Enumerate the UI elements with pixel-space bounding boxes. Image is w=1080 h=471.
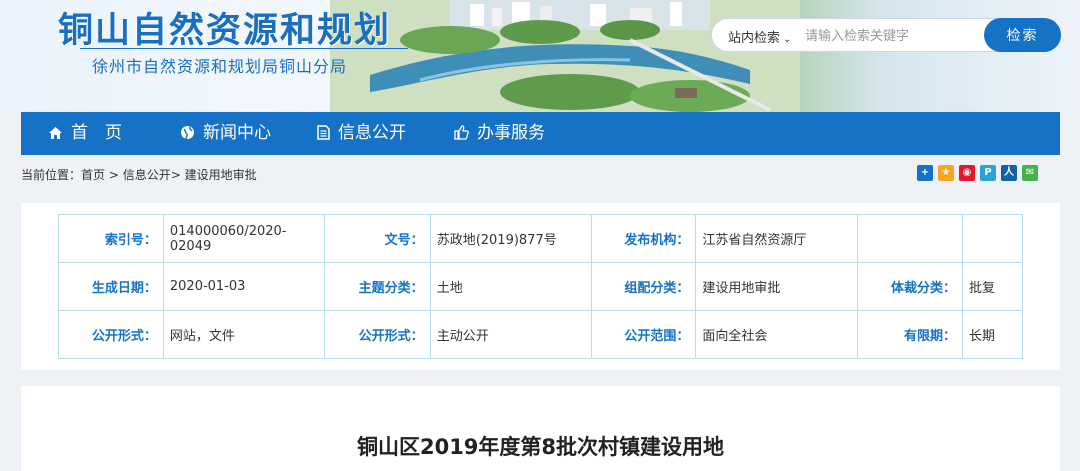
main-nav: 首 页 新闻中心 信息公开 办事服务 — [21, 112, 1060, 155]
document-metadata-panel: 索引号： 014000060/2020-02049 文号： 苏政地(2019)8… — [21, 203, 1060, 370]
topic-category-label: 主题分类： — [323, 262, 431, 311]
nav-item-label: 办事服务 — [477, 123, 545, 143]
search-bar: 站内检索⌄ 检索 — [711, 18, 1061, 52]
search-button[interactable]: 检索 — [984, 18, 1061, 52]
index-no-label: 索引号： — [58, 214, 164, 263]
created-date-label: 生成日期： — [58, 262, 164, 311]
validity-value: 长期 — [962, 310, 1023, 359]
group-category-label: 组配分类： — [590, 262, 697, 311]
weibo-icon[interactable]: ◉ — [959, 165, 975, 181]
validity-label: 有限期： — [857, 310, 964, 359]
share-toolbar: + ★ ◉ P 人 ✉ — [917, 165, 1038, 181]
breadcrumb-prefix: 当前位置： — [21, 168, 82, 182]
breadcrumb-current-link[interactable]: 建设用地审批 — [185, 168, 257, 182]
group-category-value: 建设用地审批 — [695, 262, 859, 311]
search-scope-label: 站内检索 — [728, 31, 781, 46]
publisher-label: 发布机构： — [590, 214, 697, 263]
renren-icon[interactable]: 人 — [1001, 165, 1017, 181]
site-title: 铜山自然资源和规划 — [58, 11, 392, 51]
disclosure-mode-label: 公开形式： — [323, 310, 431, 359]
site-subtitle: 徐州市自然资源和规划局铜山分局 — [92, 57, 348, 76]
created-date-value: 2020-01-03 — [162, 262, 325, 311]
doc-no-value: 苏政地(2019)877号 — [429, 214, 592, 263]
nav-item-services[interactable]: 办事服务 — [454, 112, 545, 155]
city-park-aerial-image — [330, 0, 800, 112]
qzone-icon[interactable]: ★ — [938, 165, 954, 181]
header-banner: 铜山自然资源和规划 徐州市自然资源和规划局铜山分局 站内检索⌄ 检索 — [0, 0, 1080, 112]
share-plus-icon[interactable]: + — [917, 165, 933, 181]
title-divider — [80, 48, 408, 49]
topic-category-value: 土地 — [429, 262, 592, 311]
publisher-value: 江苏省自然资源厅 — [695, 214, 859, 263]
disclosure-scope-value: 面向全社会 — [695, 310, 859, 359]
index-no-value: 014000060/2020-02049 — [162, 214, 325, 263]
article-title: 铜山区2019年度第8批次村镇建设用地 — [356, 435, 725, 459]
doc-no-label: 文号： — [323, 214, 431, 263]
nav-item-info[interactable]: 信息公开 — [317, 112, 406, 155]
table-row: 索引号： 014000060/2020-02049 文号： 苏政地(2019)8… — [58, 214, 1023, 263]
home-icon — [49, 127, 62, 139]
genre-category-value: 批复 — [962, 262, 1023, 311]
globe-icon — [181, 126, 194, 140]
document-icon — [317, 125, 330, 140]
wechat-icon[interactable]: ✉ — [1022, 165, 1038, 181]
disclosure-form-label: 公开形式： — [58, 310, 164, 359]
nav-item-news[interactable]: 新闻中心 — [180, 112, 271, 155]
tencent-weibo-icon[interactable]: P — [980, 165, 996, 181]
disclosure-mode-value: 主动公开 — [429, 310, 592, 359]
nav-item-label: 首 页 — [71, 123, 122, 143]
thumbs-up-icon — [454, 125, 469, 140]
disclosure-form-value: 网站，文件 — [162, 310, 325, 359]
table-row: 公开形式： 网站，文件 公开形式： 主动公开 公开范围： 面向全社会 有限期： … — [58, 310, 1023, 359]
empty-value-cell — [962, 214, 1023, 263]
disclosure-scope-label: 公开范围： — [590, 310, 697, 359]
breadcrumb-home-link[interactable]: 首页 — [81, 168, 105, 182]
breadcrumb: 当前位置：首页 > 信息公开> 建设用地审批 — [21, 166, 257, 183]
nav-item-label: 新闻中心 — [203, 123, 271, 143]
chevron-down-icon: ⌄ — [783, 34, 792, 45]
search-scope-select[interactable]: 站内检索 ⌄ — [728, 27, 791, 46]
nav-item-label: 信息公开 — [338, 123, 406, 143]
genre-category-label: 体裁分类： — [857, 262, 964, 311]
empty-label-cell — [857, 214, 964, 263]
table-row: 生成日期： 2020-01-03 主题分类： 土地 组配分类： 建设用地审批 体… — [58, 262, 1023, 311]
breadcrumb-separator: > — [170, 168, 185, 182]
article-panel: 铜山区2019年度第8批次村镇建设用地 — [21, 386, 1060, 471]
search-input[interactable] — [805, 26, 975, 46]
metadata-table: 索引号： 014000060/2020-02049 文号： 苏政地(2019)8… — [58, 214, 1023, 359]
breadcrumb-section-link[interactable]: 信息公开 — [123, 168, 171, 182]
nav-item-home[interactable]: 首 页 — [48, 112, 122, 155]
breadcrumb-separator: > — [105, 168, 123, 182]
